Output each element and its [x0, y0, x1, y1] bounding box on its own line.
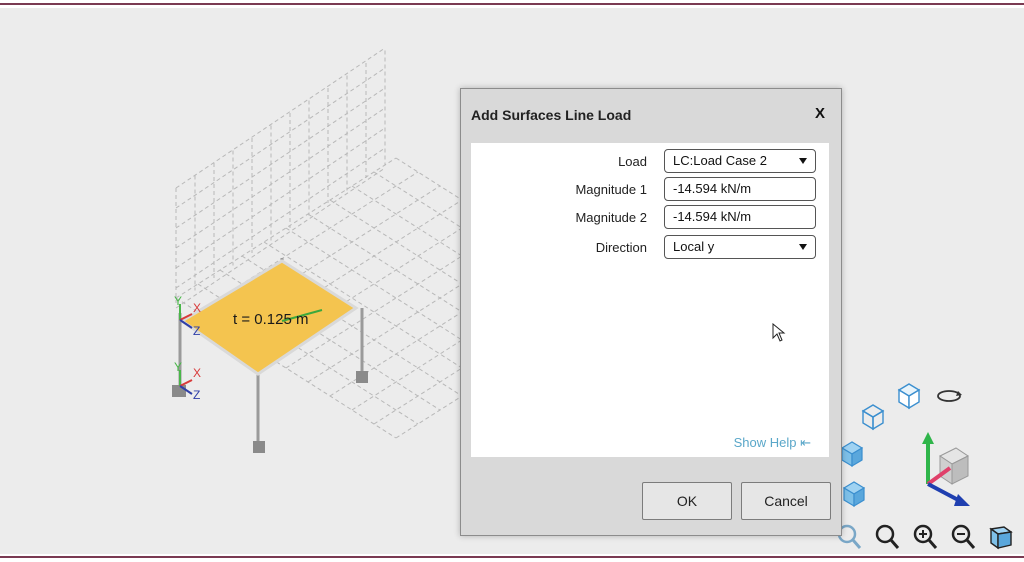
magnitude2-label: Magnitude 2 [575, 210, 647, 225]
grid-line [175, 107, 386, 249]
supports [172, 371, 368, 453]
axis-label-z: Z [193, 388, 201, 402]
rotate-icon[interactable] [934, 381, 964, 411]
top-frame-line [0, 3, 1024, 5]
solid-cube-icon[interactable] [838, 478, 868, 508]
direction-select-value: Local y [673, 239, 715, 254]
axis-label-z: Z [193, 324, 201, 338]
add-surfaces-line-load-dialog: Add Surfaces Line Load X Load LC:Load Ca… [460, 88, 842, 536]
magnitude1-input[interactable]: -14.594 kN/m [664, 177, 816, 201]
load-label: Load [618, 154, 647, 169]
magnitude1-label: Magnitude 1 [575, 182, 647, 197]
grid-line [175, 47, 386, 189]
grid-line [175, 87, 386, 229]
mouse-cursor-icon [772, 323, 786, 342]
magnitude2-value: -14.594 kN/m [673, 209, 752, 224]
surface-thickness-label: t = 0.125 m [233, 311, 309, 328]
direction-row: Direction Local y [471, 235, 829, 261]
load-select[interactable]: LC:Load Case 2 [664, 149, 816, 173]
ok-button[interactable]: OK [642, 482, 732, 520]
cancel-button[interactable]: Cancel [741, 482, 831, 520]
magnitude2-row: Magnitude 2 -14.594 kN/m [471, 205, 829, 231]
axis-label-x: X [193, 366, 202, 380]
axes-gizmo-icon[interactable] [916, 428, 976, 510]
magnitude2-input[interactable]: -14.594 kN/m [664, 205, 816, 229]
dialog-body: Load LC:Load Case 2 Magnitude 1 -14.594 … [471, 143, 829, 457]
zoom-in-icon[interactable] [910, 522, 940, 552]
bottom-frame-line [0, 556, 1024, 558]
chevron-down-icon [799, 244, 807, 250]
load-row: Load LC:Load Case 2 [471, 149, 829, 175]
axis-label-y: Y [174, 294, 183, 308]
axis-label-y: Y [174, 360, 183, 374]
magnitude1-value: -14.594 kN/m [673, 181, 752, 196]
close-button[interactable]: X [811, 105, 829, 123]
chevron-down-icon [799, 158, 807, 164]
axis-label-x: X [193, 301, 202, 315]
dialog-title: Add Surfaces Line Load [471, 107, 632, 123]
show-help-link[interactable]: Show Help ⇤ [734, 435, 811, 451]
direction-label: Direction [595, 240, 647, 255]
zoom-window-icon[interactable] [872, 522, 902, 552]
magnitude1-row: Magnitude 1 -14.594 kN/m [471, 177, 829, 203]
grid-line [175, 127, 386, 269]
zoom-out-icon[interactable] [948, 522, 978, 552]
perspective-icon[interactable] [986, 522, 1016, 552]
wireframe-cube-icon[interactable] [857, 401, 887, 431]
direction-select[interactable]: Local y [664, 235, 816, 259]
load-select-value: LC:Load Case 2 [673, 153, 767, 168]
view-cube-icon[interactable] [893, 380, 923, 410]
